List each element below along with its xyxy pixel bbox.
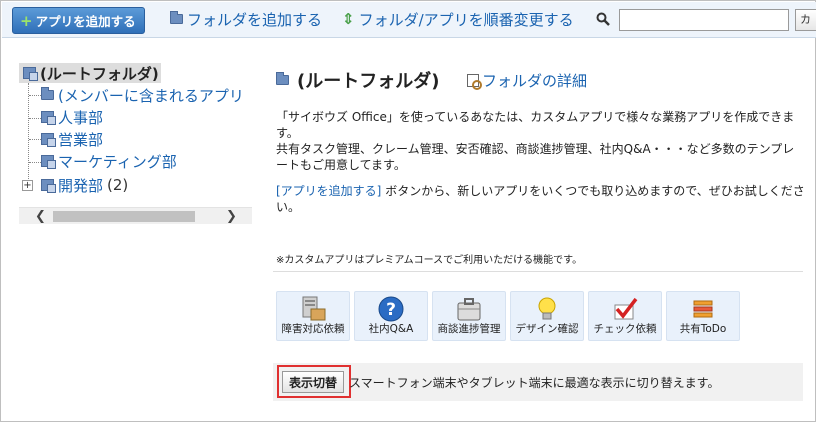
scrollbar-thumb[interactable] — [53, 211, 195, 222]
lightbulb-icon — [538, 297, 556, 320]
checkmark-icon — [614, 297, 638, 320]
apps-folder-icon — [41, 179, 56, 193]
search-input[interactable] — [619, 9, 789, 31]
apps-folder-icon — [41, 133, 56, 147]
folder-detail-label: フォルダの詳細 — [482, 72, 588, 90]
folder-icon — [170, 11, 183, 24]
detail-magnifier-icon — [467, 74, 482, 90]
tree-connector — [29, 118, 41, 119]
apps-folder-icon — [41, 111, 56, 125]
tree-item-label: 人事部 — [58, 108, 104, 127]
page-title-wrap: (ルートフォルダ) — [276, 67, 439, 93]
tree-item-marketing[interactable]: マーケティング部 — [41, 151, 177, 171]
tree-item-label: 営業部 — [58, 130, 104, 149]
plus-icon: + — [20, 11, 33, 30]
tree-horizontal-scrollbar[interactable]: ❮ ❯ — [19, 207, 252, 224]
tile-qa[interactable]: ? 社内Q&A — [354, 291, 428, 341]
tree-item-dev[interactable]: 開発部 (2) — [41, 175, 128, 195]
tile-design[interactable]: デザイン確認 — [510, 291, 584, 341]
apps-folder-icon — [23, 67, 38, 81]
add-app-button[interactable]: + アプリを追加する — [12, 7, 145, 34]
search-icon — [596, 12, 610, 26]
display-switch-button[interactable]: 表示切替 — [282, 371, 344, 393]
tile-deals[interactable]: 商談進捗管理 — [432, 291, 506, 341]
folder-icon — [41, 87, 54, 100]
add-app-inline-link[interactable]: [アプリを追加する] — [276, 184, 381, 198]
tree-root[interactable]: (ルートフォルダ) — [19, 63, 161, 83]
description-add-app: [アプリを追加する] ボタンから、新しいアプリをいくつでも取り込めますので、ぜひ… — [276, 183, 806, 215]
tile-label: デザイン確認 — [515, 323, 579, 335]
scroll-right-icon[interactable]: ❯ — [226, 209, 237, 224]
folder-detail-link[interactable]: フォルダの詳細 — [467, 70, 587, 91]
tree-item-count: (2) — [107, 176, 129, 194]
tree-item-label: (メンバーに含まれるアプリ — [58, 86, 244, 105]
description-line: 共有タスク管理、クレーム管理、安否確認、商談進捗管理、社内Q&A・・・など多数の… — [276, 142, 795, 172]
add-app-label: アプリを追加する — [35, 14, 136, 29]
tile-label: チェック依頼 — [593, 323, 657, 335]
apps-folder-icon — [41, 155, 56, 169]
tile-check[interactable]: チェック依頼 — [588, 291, 662, 341]
premium-note: ※カスタムアプリはプレミアムコースでご利用いただける機能です。 — [276, 255, 583, 266]
reorder-label: フォルダ/アプリを順番変更する — [358, 10, 574, 29]
search-button[interactable]: カ — [795, 9, 816, 31]
tree-item-hr[interactable]: 人事部 — [41, 107, 103, 127]
toolbar: + アプリを追加する フォルダを追加する ⇕ フォルダ/アプリを順番変更する カ — [2, 2, 816, 38]
search-button-label: カ — [800, 13, 811, 26]
tile-todo[interactable]: 共有ToDo — [666, 291, 740, 341]
description: 「サイボウズ Office」を使っているあなたは、カスタムアプリで様々な業務アプ… — [276, 109, 806, 173]
tree-item-label: マーケティング部 — [58, 152, 177, 171]
tree-item-label: 開発部 — [58, 176, 104, 195]
reorder-link[interactable]: ⇕ フォルダ/アプリを順番変更する — [342, 9, 574, 29]
server-icon — [302, 296, 326, 321]
sort-arrows-icon: ⇕ — [342, 10, 355, 28]
tile-label: 障害対応依頼 — [281, 323, 345, 335]
scroll-left-icon[interactable]: ❮ — [35, 209, 46, 224]
display-switch-label: 表示切替 — [288, 375, 337, 390]
expand-icon[interactable]: + — [22, 180, 33, 191]
tree-connector — [29, 162, 41, 163]
question-icon: ? — [378, 296, 404, 322]
add-folder-label: フォルダを追加する — [187, 10, 323, 29]
divider — [273, 271, 803, 272]
tile-label: 商談進捗管理 — [437, 323, 501, 335]
folder-icon — [276, 72, 289, 85]
tree-connector — [29, 139, 41, 140]
app-frame: + アプリを追加する フォルダを追加する ⇕ フォルダ/アプリを順番変更する カ… — [0, 0, 816, 422]
add-folder-link[interactable]: フォルダを追加する — [170, 9, 322, 29]
description-line: 「サイボウズ Office」を使っているあなたは、カスタムアプリで様々な業務アプ… — [276, 110, 795, 140]
svg-text:?: ? — [386, 300, 396, 320]
tile-incident[interactable]: 障害対応依頼 — [276, 291, 350, 341]
tree-item-member-apps[interactable]: (メンバーに含まれるアプリ — [41, 85, 244, 105]
display-switch-description: スマートフォン端末やタブレット端末に最適な表示に切り替えます。 — [349, 376, 720, 390]
briefcase-icon — [457, 298, 481, 321]
stack-icon — [693, 300, 713, 318]
tree-connector — [29, 95, 41, 96]
tree-connector — [28, 83, 29, 185]
tile-label: 共有ToDo — [679, 323, 727, 335]
tile-label: 社内Q&A — [368, 323, 414, 335]
tree-item-sales[interactable]: 営業部 — [41, 129, 103, 149]
page-title: (ルートフォルダ) — [297, 71, 440, 92]
tree-root-label: (ルートフォルダ) — [40, 64, 159, 83]
